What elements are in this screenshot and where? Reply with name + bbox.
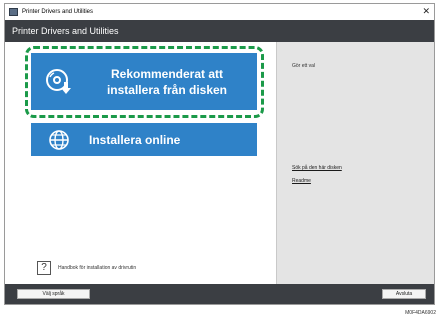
- instruction-text: Gör ett val: [292, 63, 316, 69]
- window-titlebar: Printer Drivers and Utilities ✕: [5, 4, 434, 20]
- app-header: Printer Drivers and Utilities: [5, 20, 434, 42]
- app-window: Printer Drivers and Utilities ✕ Printer …: [4, 3, 435, 305]
- readme-link[interactable]: Readme: [292, 178, 311, 184]
- left-panel: Rekommenderat att installera från disken…: [11, 42, 275, 284]
- footer-bar: Välj språk Avsluta: [5, 284, 434, 304]
- driver-manual-label[interactable]: Handbok för installation av drivrutin: [58, 265, 136, 271]
- exit-button[interactable]: Avsluta: [382, 289, 426, 299]
- help-icon[interactable]: ?: [37, 261, 51, 275]
- close-icon[interactable]: ✕: [422, 6, 430, 17]
- install-from-disc-label: Rekommenderat att installera från disken: [106, 66, 228, 97]
- select-language-button[interactable]: Välj språk: [17, 289, 90, 299]
- driver-manual-link[interactable]: ? Handbok för installation av drivrutin: [37, 261, 136, 275]
- app-title: Printer Drivers and Utilities: [12, 26, 119, 36]
- install-online-button[interactable]: Installera online: [31, 123, 257, 156]
- install-online-label: Installera online: [89, 132, 181, 147]
- printer-app-icon: [9, 8, 18, 16]
- search-disc-link[interactable]: Sök på den här disken: [292, 165, 342, 171]
- image-code: M0F4DA6902: [405, 310, 436, 316]
- globe-icon: [31, 123, 87, 156]
- right-panel: Gör ett val Sök på den här disken Readme: [276, 42, 434, 284]
- install-from-disc-button[interactable]: Rekommenderat att installera från disken: [31, 53, 257, 110]
- disc-download-icon: [31, 53, 87, 110]
- window-title: Printer Drivers and Utilities: [22, 9, 94, 15]
